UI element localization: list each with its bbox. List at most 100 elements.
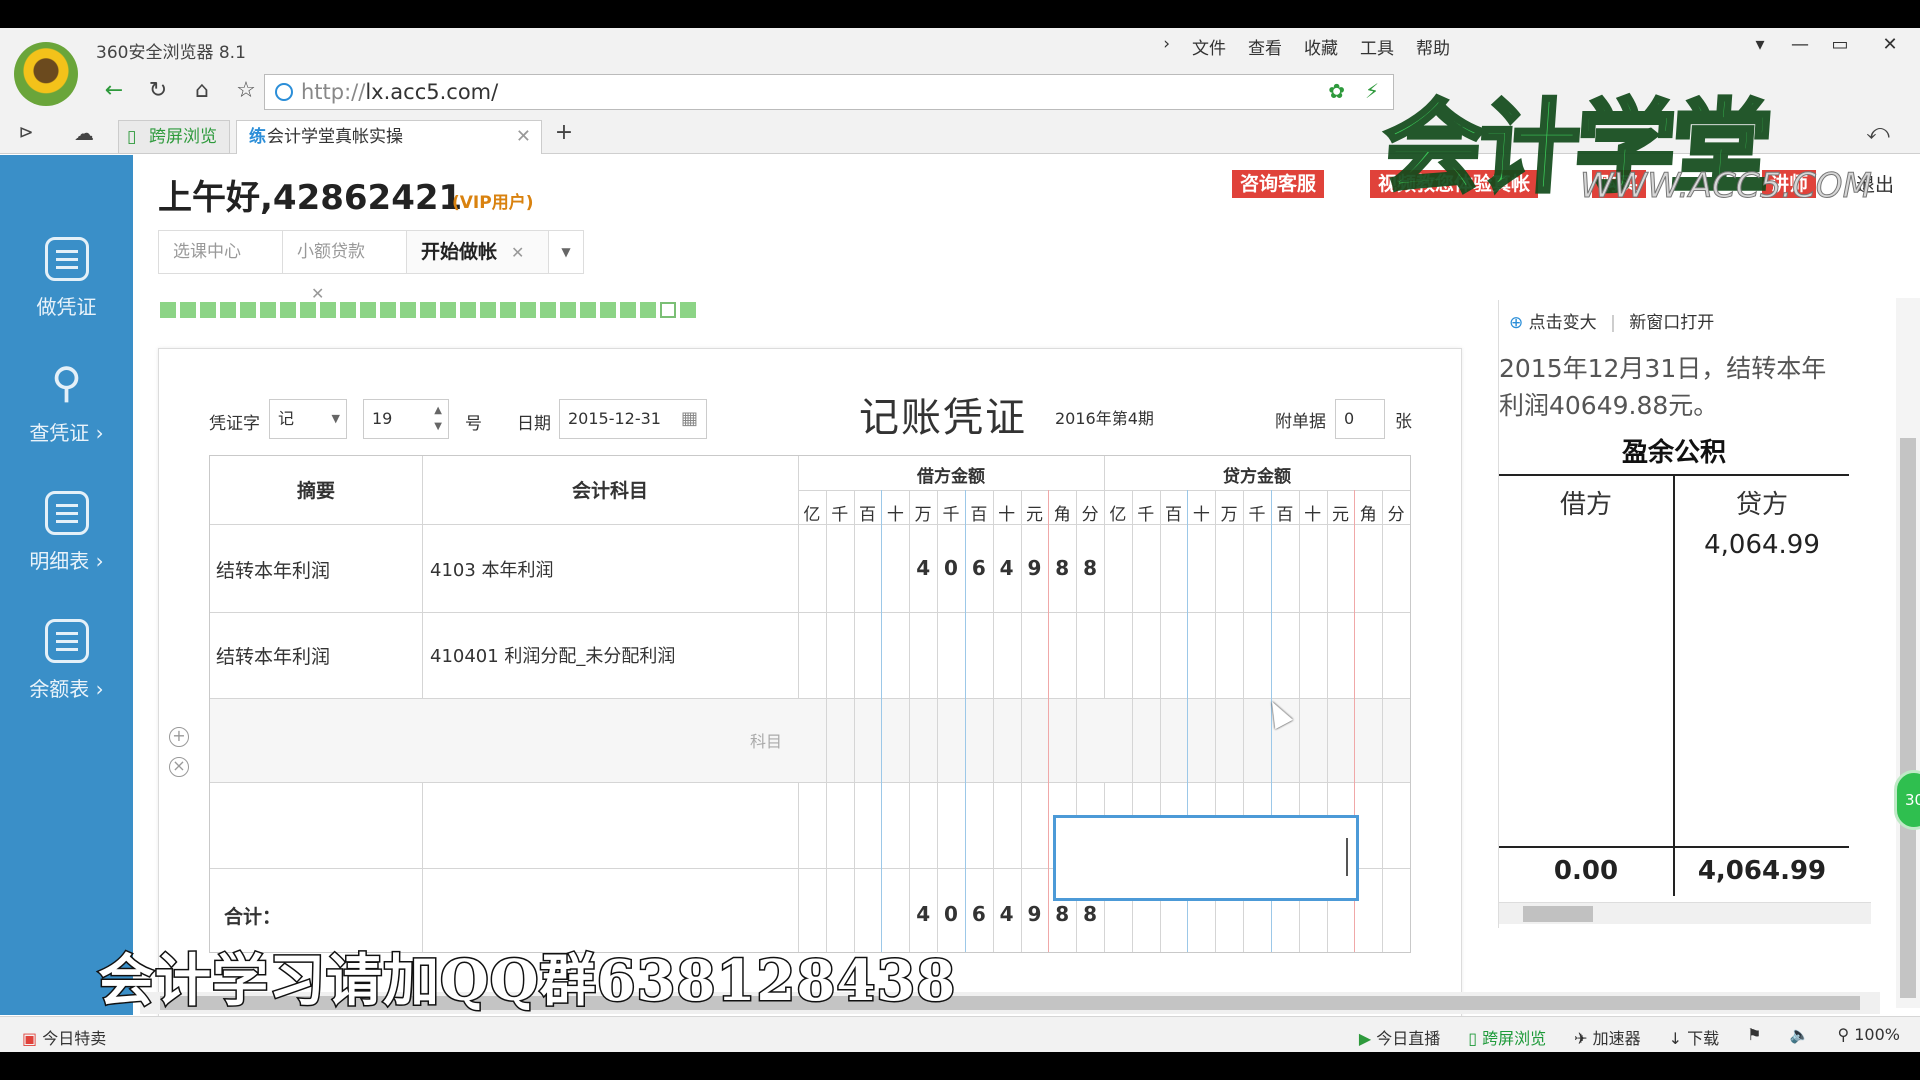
progress-step <box>320 302 336 318</box>
back-icon[interactable]: ← <box>98 76 130 108</box>
row1-subject[interactable]: 4103 本年利润 <box>430 556 554 582</box>
progress-step <box>380 302 396 318</box>
customer-service-button[interactable]: 咨询客服 <box>1232 170 1325 198</box>
live-link[interactable]: ▶ 今日直播 <box>1359 1025 1440 1049</box>
voucher-word-select[interactable]: 记 ▼ <box>269 399 347 439</box>
tab-small-loan[interactable]: 小额贷款✕ <box>282 230 406 303</box>
speed-icon[interactable]: ⚡ <box>1365 79 1379 103</box>
progress-step <box>620 302 636 318</box>
attachment-count-input[interactable]: 0 <box>1335 399 1385 439</box>
ledger-horizontal-scrollbar[interactable] <box>1499 902 1871 924</box>
maximize-button[interactable]: ▭ <box>1822 30 1858 62</box>
zoom-level[interactable]: ⚲ 100% <box>1837 1025 1900 1049</box>
delete-row-icon[interactable]: × <box>169 757 189 777</box>
unit-label: 百 <box>859 505 877 525</box>
unit-label: 分 <box>1081 505 1099 525</box>
amount-divider <box>1048 490 1050 952</box>
header-debit: 借方金额 <box>917 467 985 487</box>
skin-icon[interactable]: ▾ <box>1742 30 1778 62</box>
scroll-thumb[interactable] <box>1900 438 1916 998</box>
daily-deal-link[interactable]: ▣ 今日特卖 <box>22 1025 106 1049</box>
unit-label: 元 <box>1025 505 1043 525</box>
sidebar-item-detail-ledger[interactable]: 明细表 › <box>0 491 133 574</box>
address-bar[interactable]: http://lx.acc5.com/ ⚡ ✿ <box>264 74 1394 110</box>
row2-credit-input[interactable] <box>1053 815 1359 901</box>
menu-more-icon[interactable]: › <box>1163 34 1170 59</box>
close-icon[interactable]: ✕ <box>311 284 324 303</box>
security-icon[interactable]: ✿ <box>1328 79 1345 103</box>
sidebar-item-query-voucher[interactable]: ⚲ 查凭证 › <box>0 358 133 446</box>
flag-icon[interactable]: ⚑ <box>1747 1025 1761 1049</box>
amount-digit: 9 <box>1027 902 1042 926</box>
calendar-icon[interactable]: ▦ <box>681 400 698 438</box>
new-tab-icon[interactable]: + <box>548 118 580 150</box>
tab-accounting[interactable]: 练 会计学堂真帐实操 ✕ <box>236 120 542 154</box>
unit-label: 万 <box>1220 505 1238 525</box>
undo-close-icon[interactable]: ⤺ <box>1862 118 1894 150</box>
row1-summary[interactable]: 结转本年利润 <box>216 556 330 583</box>
tab-start-bookkeeping[interactable]: 开始做帐 ✕ <box>406 230 548 274</box>
scroll-thumb[interactable] <box>1523 906 1593 922</box>
home-icon[interactable]: ⌂ <box>186 76 218 108</box>
close-icon[interactable]: ✕ <box>511 243 524 262</box>
progress-step <box>520 302 536 318</box>
sidebar-item-make-voucher[interactable]: 做凭证 <box>0 237 133 320</box>
menu-view[interactable]: 查看 <box>1248 34 1282 59</box>
tab-course-center[interactable]: 选课中心 <box>158 230 282 274</box>
cloud-icon[interactable]: ☁ <box>68 118 100 150</box>
voucher-number-stepper[interactable]: 19 ▲ ▼ <box>363 399 449 439</box>
tab-screen-browse[interactable]: ▯ 跨屏浏览 <box>118 120 230 154</box>
ledger-credit-label: 贷方 <box>1735 490 1788 520</box>
menu-help[interactable]: 帮助 <box>1416 34 1450 59</box>
progress-step <box>560 302 576 318</box>
add-row-icon[interactable]: + <box>169 727 189 747</box>
menu-file[interactable]: 文件 <box>1192 34 1226 59</box>
tabs-dropdown-icon[interactable]: ▼ <box>548 230 584 274</box>
sidebar-item-balance-sheet[interactable]: 余额表 › <box>0 619 133 702</box>
menu-favorites[interactable]: 收藏 <box>1304 34 1338 59</box>
search-icon: ⚲ <box>51 358 82 407</box>
accelerator-link[interactable]: ✈ 加速器 <box>1574 1025 1641 1049</box>
sound-icon[interactable]: 🔈 <box>1790 1025 1810 1049</box>
voucher-word-label: 凭证字 <box>209 414 260 434</box>
amount-digit: 8 <box>1055 902 1070 926</box>
vip-badge: (VIP用户) <box>452 193 534 213</box>
screen-browse-link[interactable]: ▯ 跨屏浏览 <box>1468 1025 1546 1049</box>
amount-divider <box>1020 490 1022 952</box>
amount-digit: 0 <box>944 902 958 926</box>
amount-digit: 6 <box>971 902 986 926</box>
progress-step <box>400 302 416 318</box>
refresh-icon[interactable]: ↻ <box>142 76 174 108</box>
voucher-period: 2016年第4期 <box>1055 409 1154 428</box>
ledger-toolbar: ⊕ 点击变大 | 新窗口打开 <box>1509 313 1715 333</box>
close-button[interactable]: ✕ <box>1872 30 1908 62</box>
zoom-link[interactable]: 点击变大 <box>1529 313 1597 333</box>
header-credit: 贷方金额 <box>1223 467 1291 487</box>
page-vertical-scrollbar[interactable] <box>1896 298 1920 1008</box>
amount-divider <box>853 490 855 952</box>
row2-subject[interactable]: 410401 利润分配_未分配利润 <box>430 642 675 668</box>
tab-close-icon[interactable]: ✕ <box>516 121 531 153</box>
unit-label: 十 <box>1192 505 1210 525</box>
row3-subject-placeholder[interactable]: 科目 <box>750 728 782 752</box>
sidebar-toggle-icon[interactable]: ⊳ <box>10 118 42 150</box>
unit-label: 千 <box>942 505 960 525</box>
amount-divider <box>937 490 939 952</box>
title-bar: 360安全浏览器 8.1 › 文件 查看 收藏 工具 帮助 ▾ — ▭ ✕ <box>0 28 1920 68</box>
unit-label: 千 <box>1248 505 1266 525</box>
progress-step <box>440 302 456 318</box>
voucher-title: 记账凭证 <box>859 395 1027 441</box>
amount-digit: 6 <box>971 556 986 580</box>
star-icon[interactable]: ☆ <box>230 76 262 108</box>
date-field[interactable]: 2015-12-31 ▦ <box>559 399 707 439</box>
stepper-down-icon[interactable]: ▼ <box>434 408 442 446</box>
minimize-button[interactable]: — <box>1782 30 1818 62</box>
floating-badge[interactable]: 30 <box>1894 770 1920 830</box>
menu-tools[interactable]: 工具 <box>1360 34 1394 59</box>
unit-label: 十 <box>998 505 1016 525</box>
new-window-link[interactable]: 新窗口打开 <box>1629 313 1714 333</box>
amount-divider <box>909 490 911 952</box>
row2-summary[interactable]: 结转本年利润 <box>216 642 330 669</box>
gift-icon: ▣ <box>22 1029 38 1048</box>
download-link[interactable]: ↓ 下载 <box>1669 1025 1720 1049</box>
